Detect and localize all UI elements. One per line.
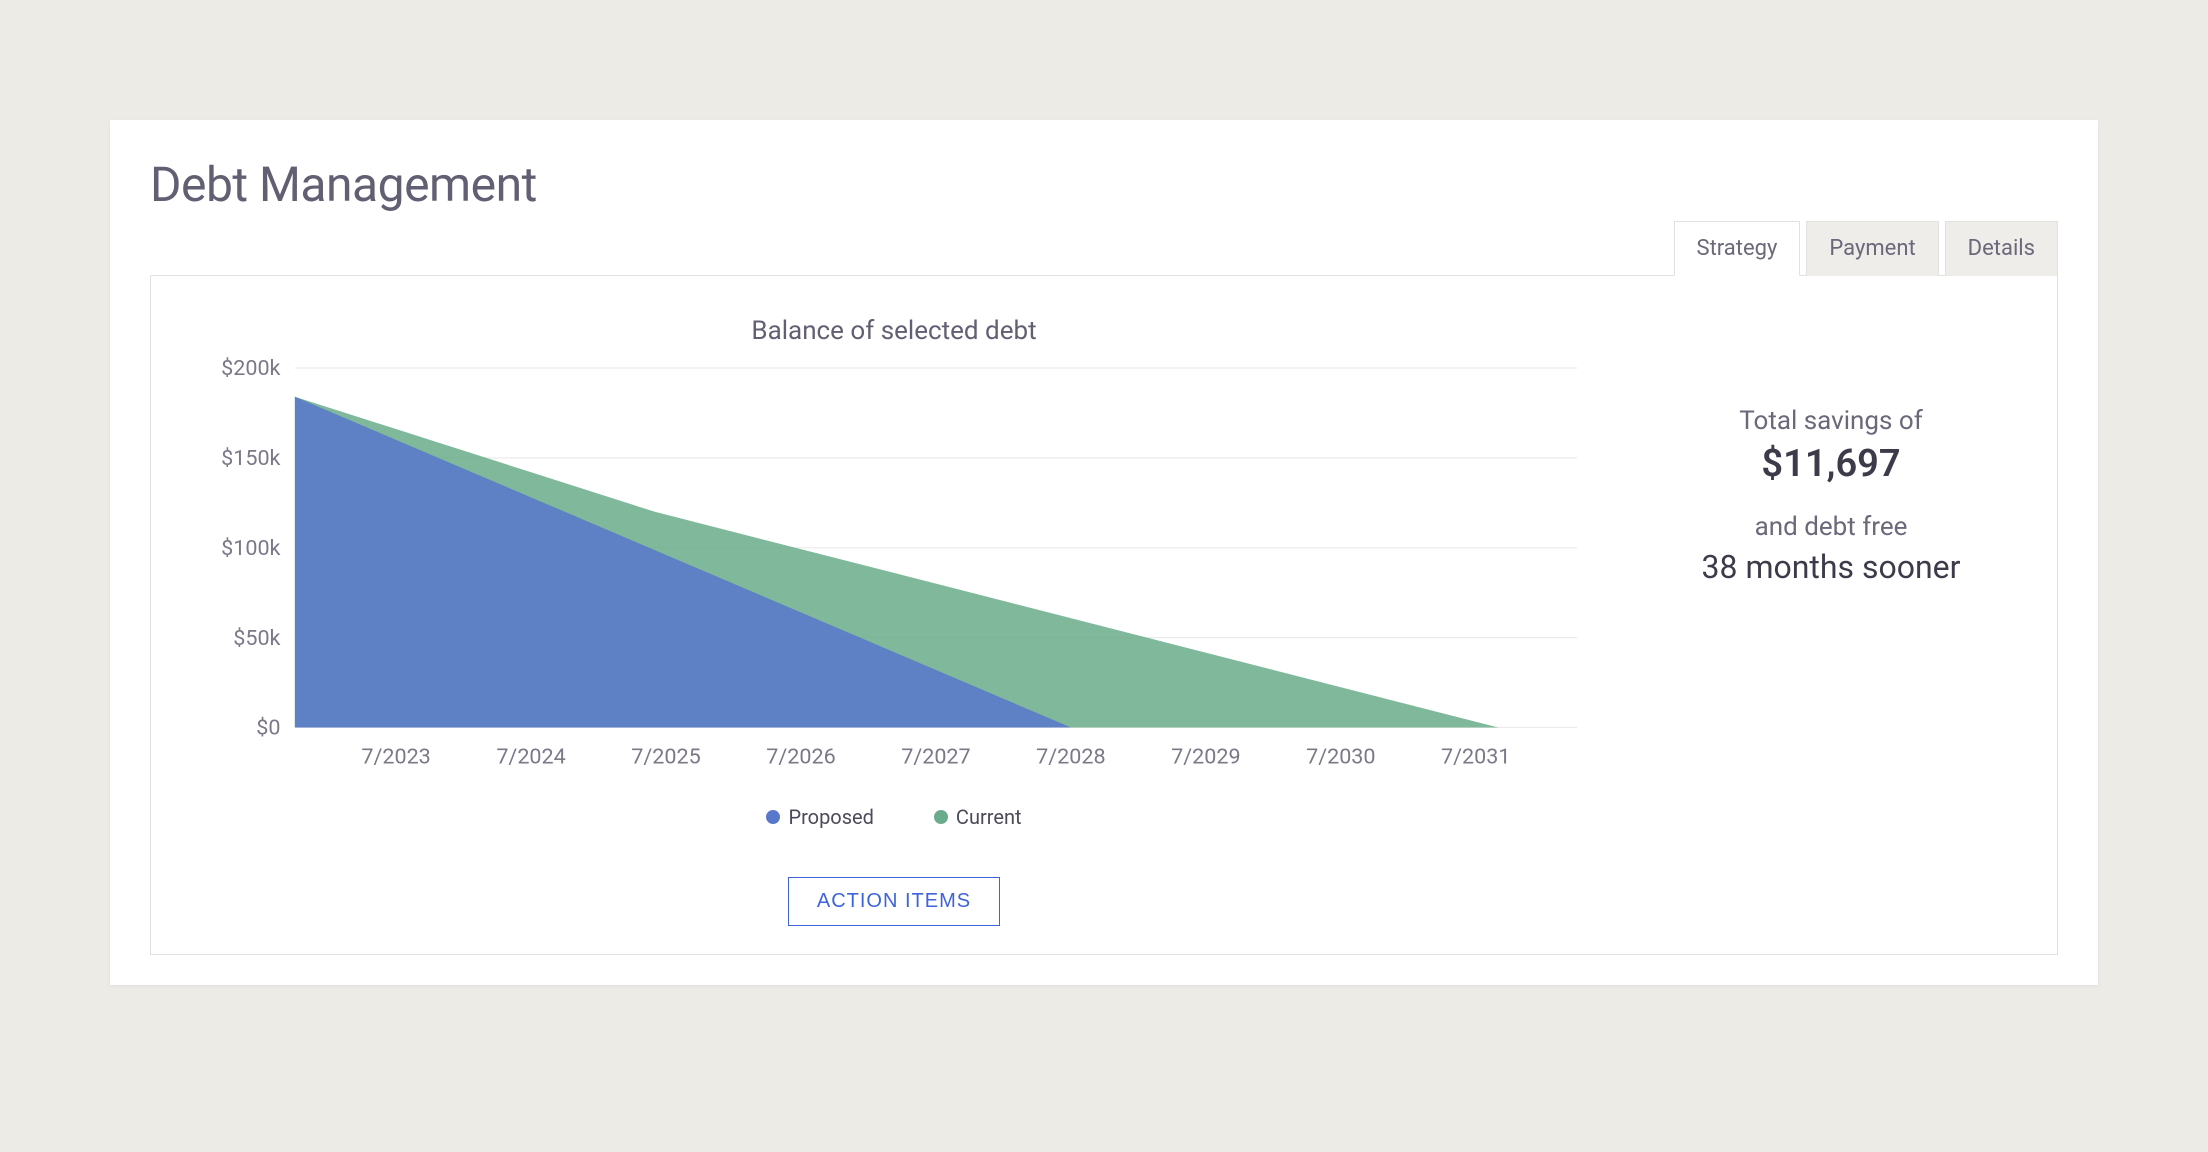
svg-text:$200k: $200k: [221, 356, 280, 381]
svg-text:7/2024: 7/2024: [496, 744, 565, 769]
summary-savings-amount: $11,697: [1761, 442, 1900, 486]
tab-payment[interactable]: Payment: [1806, 221, 1938, 276]
svg-text:7/2030: 7/2030: [1306, 744, 1375, 769]
svg-text:7/2029: 7/2029: [1171, 744, 1240, 769]
chart-title: Balance of selected debt: [187, 316, 1601, 346]
summary-months-sooner: 38 months sooner: [1702, 548, 1961, 586]
svg-text:7/2028: 7/2028: [1036, 744, 1105, 769]
page-title: Debt Management: [150, 156, 2058, 213]
legend-dot-proposed: [766, 810, 780, 824]
svg-text:7/2023: 7/2023: [361, 744, 430, 769]
legend-label-proposed: Proposed: [788, 805, 873, 829]
svg-text:$50k: $50k: [233, 626, 280, 651]
svg-text:$100k: $100k: [221, 536, 280, 561]
chart-column: Balance of selected debt $0 $50k $100k $150…: [187, 316, 1601, 926]
chart-legend: Proposed Current: [187, 805, 1601, 829]
debt-management-card: Debt Management Strategy Payment Details…: [110, 120, 2098, 985]
svg-text:7/2031: 7/2031: [1441, 744, 1510, 769]
legend-item-current: Current: [934, 805, 1022, 829]
legend-dot-current: [934, 810, 948, 824]
chart-wrap: $0 $50k $100k $150k $200k 7/2023 7/2024 7/2025 7…: [187, 356, 1601, 787]
svg-text:$0: $0: [256, 716, 280, 741]
savings-summary: Total savings of $11,697 and debt free 3…: [1641, 316, 2021, 926]
tab-bar: Strategy Payment Details: [150, 221, 2058, 276]
legend-item-proposed: Proposed: [766, 805, 873, 829]
legend-label-current: Current: [956, 805, 1022, 829]
svg-text:7/2026: 7/2026: [766, 744, 835, 769]
balance-area-chart: $0 $50k $100k $150k $200k 7/2023 7/2024 7/2025 7…: [187, 356, 1601, 787]
summary-savings-label: Total savings of: [1739, 406, 1923, 436]
svg-text:7/2025: 7/2025: [631, 744, 700, 769]
tab-strategy[interactable]: Strategy: [1674, 221, 1801, 276]
action-row: ACTION ITEMS: [187, 877, 1601, 926]
tab-details[interactable]: Details: [1945, 221, 2058, 276]
strategy-panel: Balance of selected debt $0 $50k $100k $150…: [150, 275, 2058, 955]
action-items-button[interactable]: ACTION ITEMS: [788, 877, 1000, 926]
svg-text:$150k: $150k: [221, 446, 280, 471]
svg-text:7/2027: 7/2027: [901, 744, 970, 769]
summary-debtfree-label: and debt free: [1755, 512, 1908, 542]
